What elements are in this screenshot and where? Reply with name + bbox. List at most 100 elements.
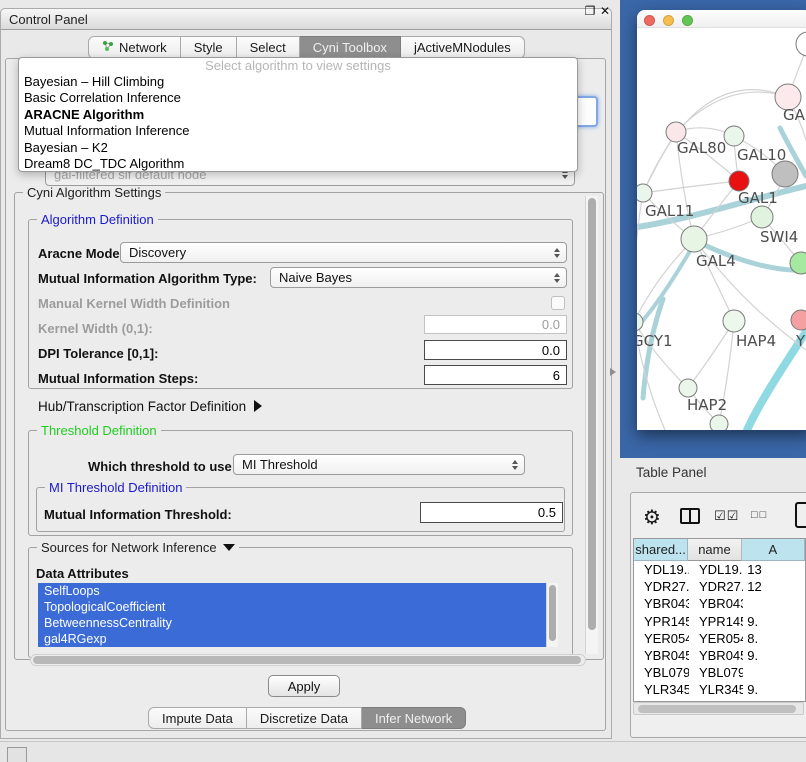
expanded-arrow-icon[interactable]	[223, 544, 235, 551]
table-cell: 9.	[743, 647, 805, 664]
table-row[interactable]: YLR345WYLR345W9.	[634, 681, 805, 698]
table-row[interactable]: YDL19...YDL19...13	[634, 561, 805, 578]
network-node-label: Y	[795, 332, 806, 350]
network-node-label: GAL10	[737, 146, 786, 164]
network-edge	[637, 241, 696, 331]
network-node[interactable]	[710, 415, 728, 430]
dpi-tolerance-field[interactable]: 0.0	[424, 340, 567, 360]
network-edge	[637, 193, 643, 322]
apply-button[interactable]: Apply	[268, 675, 340, 697]
mi-threshold-label: Mutual Information Threshold:	[44, 507, 232, 522]
data-attributes-label: Data Attributes	[36, 566, 129, 581]
tab-label: Network	[119, 40, 167, 55]
hub-definition-toggle[interactable]: Hub/Transcription Factor Definition	[38, 399, 262, 414]
column-header-shared[interactable]: shared...	[634, 539, 688, 561]
mi-algorithm-type-combobox[interactable]: Naive Bayes	[270, 267, 567, 288]
splitter-collapse-arrow-icon[interactable]	[610, 368, 616, 376]
settings-horizontal-scrollbar-thumb[interactable]	[33, 656, 581, 664]
mi-threshold-field[interactable]: 0.5	[420, 502, 563, 523]
algorithm-option-aracne-algorithm[interactable]: ARACNE Algorithm	[19, 107, 577, 123]
network-canvas[interactable]: GALGAL80GAL10GAL1GAL11SWI4GAL4GCY1HAP4YH…	[637, 28, 806, 430]
table-function-icon[interactable]	[795, 502, 806, 528]
float-panel-icon[interactable]: ❐	[583, 4, 597, 18]
settings-horizontal-scrollbar[interactable]	[30, 654, 586, 666]
collapsed-arrow-icon[interactable]	[254, 400, 262, 412]
network-node[interactable]	[637, 184, 652, 202]
show-columns-checked-icon[interactable]: ☑☑	[714, 508, 739, 524]
dpi-tolerance-label: DPI Tolerance [0,1]:	[38, 346, 158, 361]
network-node[interactable]	[791, 310, 806, 330]
table-cell: YDR27...	[634, 578, 689, 595]
table-row[interactable]: YBR043CYBR043C	[634, 595, 805, 612]
close-traffic-light-icon[interactable]	[644, 15, 655, 26]
attribute-item-gal4rgexp[interactable]: gal4RGexp	[38, 631, 558, 647]
settings-vertical-scrollbar[interactable]	[585, 196, 598, 654]
algorithm-option-bayesian-k2[interactable]: Bayesian – K2	[19, 140, 577, 156]
table-row[interactable]: YER054CYER054C8.	[634, 630, 805, 647]
table-row[interactable]: YBR045CYBR045C9.	[634, 647, 805, 664]
network-node[interactable]	[724, 126, 744, 146]
tab-impute-data[interactable]: Impute Data	[148, 707, 247, 729]
table-header-row: shared...nameA	[634, 539, 805, 561]
network-node[interactable]	[729, 171, 749, 191]
close-panel-icon[interactable]: ✕	[598, 4, 612, 18]
minimize-traffic-light-icon[interactable]	[663, 15, 674, 26]
tab-infer-network[interactable]: Infer Network	[362, 707, 466, 729]
attributes-list-scrollbar[interactable]	[546, 583, 558, 647]
table-cell	[743, 595, 805, 612]
table-cell: YER054C	[689, 630, 743, 647]
table-cell: 8.	[743, 630, 805, 647]
table-horizontal-scrollbar-thumb[interactable]	[638, 705, 796, 713]
table-row[interactable]: YDR27...YDR27...12	[634, 578, 805, 595]
network-node[interactable]	[723, 310, 745, 332]
tab-discretize-data[interactable]: Discretize Data	[247, 707, 362, 729]
resize-grip-icon[interactable]	[7, 747, 27, 762]
gear-icon[interactable]: ⚙	[643, 505, 661, 530]
column-header-name[interactable]: name	[688, 539, 742, 561]
which-threshold-combobox[interactable]: MI Threshold	[233, 454, 525, 475]
network-node[interactable]	[679, 379, 697, 397]
settings-vertical-scrollbar-thumb[interactable]	[588, 198, 596, 630]
manual-kernel-width-checkbox[interactable]	[551, 296, 565, 310]
mi-steps-field[interactable]: 6	[424, 365, 567, 385]
table-cell: YLR345W	[689, 681, 743, 698]
data-attributes-list[interactable]: SelfLoopsTopologicalCoefficientBetweenne…	[38, 583, 558, 647]
mi-algorithm-type-label: Mutual Information Algorithm Type:	[38, 271, 257, 286]
table-row[interactable]: YBL079WYBL079W	[634, 664, 805, 681]
algorithm-option-mutual-information-inference[interactable]: Mutual Information Inference	[19, 123, 577, 139]
table-horizontal-scrollbar[interactable]	[633, 702, 804, 715]
network-node[interactable]	[772, 161, 798, 187]
algorithm-option-dream8-dc-tdc-algorithm[interactable]: Dream8 DC_TDC Algorithm	[19, 156, 577, 172]
network-node[interactable]	[796, 32, 806, 56]
tab-network[interactable]: Network	[88, 36, 181, 59]
hub-definition-label: Hub/Transcription Factor Definition	[38, 399, 246, 414]
attribute-item-betweennesscentrality[interactable]: BetweennessCentrality	[38, 615, 558, 631]
attribute-item-selfloops[interactable]: SelfLoops	[38, 583, 558, 599]
kernel-width-label: Kernel Width (0,1):	[38, 321, 153, 336]
table-row[interactable]: YPR145WYPR145W9.	[634, 613, 805, 630]
attributes-list-scrollbar-thumb[interactable]	[549, 585, 556, 641]
aracne-mode-combobox[interactable]: Discovery	[120, 242, 567, 263]
attribute-item-topologicalcoefficient[interactable]: TopologicalCoefficient	[38, 599, 558, 615]
control-panel-titlebar[interactable]: Control Panel	[0, 8, 612, 30]
network-node[interactable]	[681, 226, 707, 252]
tab-select[interactable]: Select	[237, 36, 300, 59]
table-cell: YBL079W	[634, 664, 689, 681]
zoom-traffic-light-icon[interactable]	[682, 15, 693, 26]
network-node[interactable]	[637, 313, 643, 331]
hide-columns-unchecked-icon[interactable]: □□	[751, 509, 768, 521]
tab-jactivemnodules[interactable]: jActiveMNodules	[401, 36, 525, 59]
tab-label: Select	[250, 40, 286, 55]
network-icon	[102, 40, 114, 55]
tab-style[interactable]: Style	[181, 36, 237, 59]
algorithm-option-bayesian-hill-climbing[interactable]: Bayesian – Hill Climbing	[19, 74, 577, 90]
table-cell: YLR345W	[634, 681, 689, 698]
column-header-a[interactable]: A	[742, 539, 805, 561]
table-cell: YBL079W	[689, 664, 743, 681]
network-node[interactable]	[751, 206, 773, 228]
kernel-width-field[interactable]: 0.0	[424, 315, 567, 334]
algorithm-option-basic-correlation-inference[interactable]: Basic Correlation Inference	[19, 90, 577, 106]
mi-algorithm-type-value: Naive Bayes	[279, 270, 352, 285]
tab-cyni-toolbox[interactable]: Cyni Toolbox	[300, 36, 401, 59]
split-columns-icon[interactable]	[680, 508, 700, 524]
